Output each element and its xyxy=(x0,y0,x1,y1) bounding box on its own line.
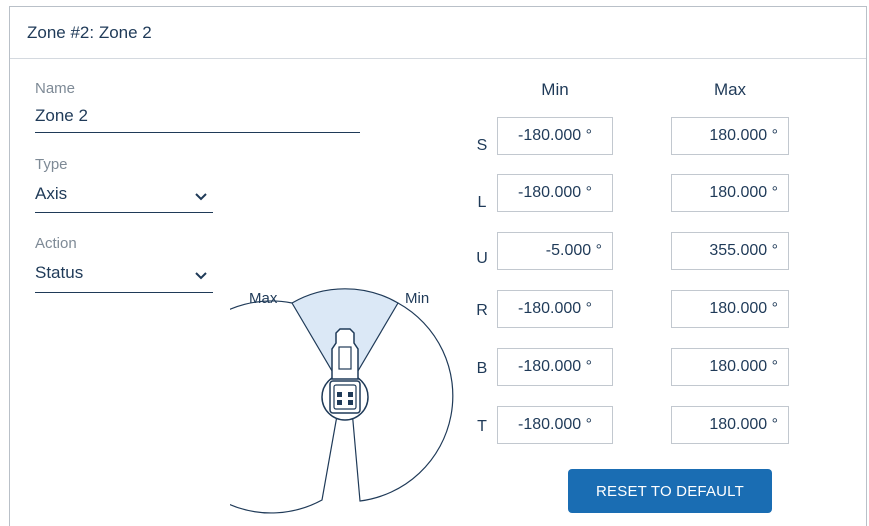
action-value: Status xyxy=(35,263,84,282)
type-underline xyxy=(35,212,213,213)
action-underline xyxy=(35,292,213,293)
axis-label: B xyxy=(476,360,488,377)
axis-label: U xyxy=(476,250,488,267)
min-input-t[interactable]: -180.000 ° xyxy=(497,406,613,444)
axis-label: S xyxy=(476,137,488,154)
max-input-s[interactable]: 180.000 ° xyxy=(671,117,789,155)
max-input-t[interactable]: 180.000 ° xyxy=(671,406,789,444)
action-label: Action xyxy=(35,235,77,252)
type-select[interactable]: Axis xyxy=(35,184,213,214)
min-input-s[interactable]: -180.000 ° xyxy=(497,117,613,155)
min-column-header: Min xyxy=(541,80,569,99)
chevron-down-icon xyxy=(195,272,207,280)
chevron-down-icon xyxy=(195,193,207,201)
axis-label: L xyxy=(477,194,487,211)
name-label: Name xyxy=(35,80,76,97)
panel-title: Zone #2: Zone 2 xyxy=(10,7,866,59)
name-field[interactable]: Zone 2 xyxy=(35,106,88,126)
min-input-b[interactable]: -180.000 ° xyxy=(497,348,613,386)
min-input-r[interactable]: -180.000 ° xyxy=(497,290,613,328)
name-underline xyxy=(35,132,360,133)
max-input-u[interactable]: 355.000 ° xyxy=(671,232,789,270)
action-select[interactable]: Status xyxy=(35,263,213,293)
max-input-r[interactable]: 180.000 ° xyxy=(671,290,789,328)
zone-diagram xyxy=(230,288,454,514)
axis-label: T xyxy=(477,418,487,435)
min-input-u[interactable]: -5.000 ° xyxy=(497,232,613,270)
max-column-header: Max xyxy=(713,80,747,99)
min-input-l[interactable]: -180.000 ° xyxy=(497,174,613,212)
max-input-l[interactable]: 180.000 ° xyxy=(671,174,789,212)
max-input-b[interactable]: 180.000 ° xyxy=(671,348,789,386)
type-value: Axis xyxy=(35,184,68,203)
axis-label: R xyxy=(476,302,488,319)
type-label: Type xyxy=(35,156,68,173)
reset-to-default-button[interactable]: RESET TO DEFAULT xyxy=(568,469,772,513)
